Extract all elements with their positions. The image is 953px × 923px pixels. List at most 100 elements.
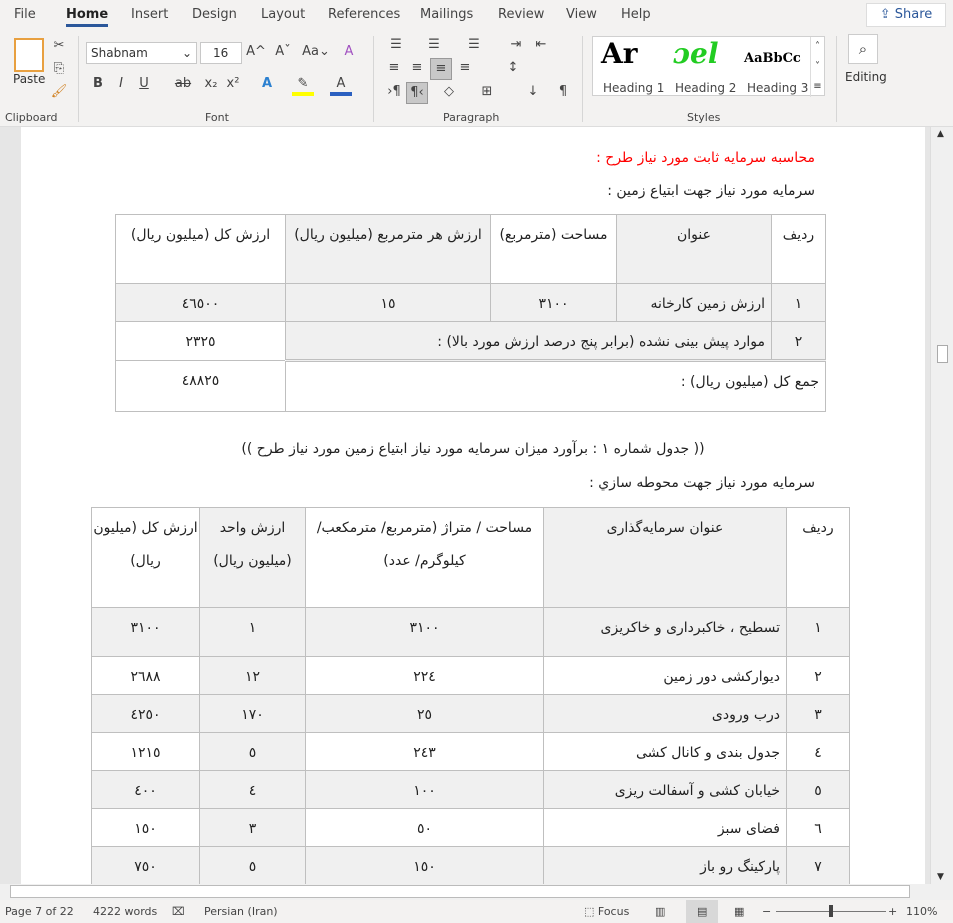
- vertical-scrollbar[interactable]: ▲ ▼: [930, 127, 953, 884]
- site-heading: سرمايه مورد نياز جهت محوطه سازي :: [589, 475, 815, 491]
- increase-indent-icon[interactable]: ⇤: [530, 35, 552, 57]
- tab-mailings[interactable]: Mailings: [420, 7, 473, 22]
- clear-formatting-icon[interactable]: A: [338, 42, 360, 64]
- horizontal-scrollbar[interactable]: [0, 884, 953, 900]
- change-case-icon[interactable]: Aa⌄: [302, 42, 330, 64]
- table-cell: ٣: [786, 694, 850, 733]
- divider: [582, 36, 583, 122]
- print-layout-button[interactable]: ▤: [686, 900, 718, 923]
- font-color-icon[interactable]: A: [330, 74, 352, 96]
- read-mode-icon[interactable]: ▥: [655, 905, 665, 918]
- table-cell: ١٥٠: [91, 808, 200, 847]
- strikethrough-icon[interactable]: ab: [172, 74, 194, 96]
- multilevel-list-icon[interactable]: ☰: [463, 35, 485, 57]
- zoom-level[interactable]: 110%: [906, 905, 937, 918]
- zoom-slider-thumb[interactable]: [829, 905, 833, 917]
- grow-font-icon[interactable]: A^: [245, 42, 267, 64]
- tab-insert[interactable]: Insert: [131, 7, 168, 22]
- copy-icon[interactable]: ⎘: [48, 59, 70, 81]
- show-marks-icon[interactable]: ¶: [552, 82, 574, 104]
- decrease-indent-icon[interactable]: ⇥: [505, 35, 527, 57]
- sort-icon[interactable]: ↓: [522, 82, 544, 104]
- table-cell: ١٥: [285, 283, 491, 322]
- font-name-select[interactable]: Shabnam ⌄: [86, 42, 197, 64]
- tab-file[interactable]: File: [14, 7, 36, 22]
- table-cell: ارزش کل (میلیون ریال): [115, 214, 286, 284]
- hscroll-thumb[interactable]: [10, 885, 910, 898]
- numbering-icon[interactable]: ☰: [423, 35, 445, 57]
- tab-design[interactable]: Design: [192, 7, 237, 22]
- page-count[interactable]: Page 7 of 22: [5, 905, 74, 918]
- zoom-out-icon[interactable]: −: [762, 905, 771, 918]
- table-cell: ٣١٠٠: [490, 283, 617, 322]
- paste-button[interactable]: Paste: [13, 72, 45, 86]
- subscript-icon[interactable]: x₂: [200, 74, 222, 96]
- align-center-icon[interactable]: ≡: [406, 58, 428, 80]
- format-painter-icon[interactable]: 🖌: [48, 82, 70, 104]
- zoom-in-icon[interactable]: +: [888, 905, 897, 918]
- find-icon[interactable]: ⌕: [848, 34, 878, 64]
- tab-help[interactable]: Help: [621, 7, 651, 22]
- styles-scroll-icon[interactable]: ˄ ˅ ≡: [810, 37, 824, 97]
- table-cell: ٢٦٨٨: [91, 656, 200, 695]
- scroll-thumb[interactable]: [937, 345, 948, 363]
- table-cell: جمع کل (میلیون ریال) :: [285, 359, 826, 412]
- tab-home[interactable]: Home: [66, 7, 109, 27]
- focus-button[interactable]: ⬚ Focus: [584, 905, 629, 918]
- group-label-clipboard: Clipboard: [5, 111, 58, 124]
- group-label-paragraph: Paragraph: [443, 111, 500, 124]
- justify-icon[interactable]: ≡: [454, 58, 476, 80]
- table-cell: ١٥٠: [305, 846, 544, 884]
- table-cell: ردیف: [786, 507, 850, 608]
- divider: [836, 36, 837, 122]
- line-spacing-icon[interactable]: ↕: [502, 58, 524, 80]
- document-area: محاسبه سرمایه ثابت مورد نیاز طرح : سرمای…: [0, 127, 930, 884]
- section-title: محاسبه سرمایه ثابت مورد نیاز طرح :: [596, 150, 815, 166]
- table-cell: ٢: [786, 656, 850, 695]
- share-button[interactable]: ⇪ Share: [866, 3, 946, 27]
- font-size-select[interactable]: 16: [200, 42, 242, 64]
- tab-review[interactable]: Review: [498, 7, 544, 22]
- table-row: ١ ارزش زمین کارخانه ٣١٠٠ ١٥ ٤٦٥٠٠: [115, 283, 826, 322]
- shrink-font-icon[interactable]: Aˇ: [272, 42, 294, 64]
- italic-icon[interactable]: I: [110, 74, 132, 96]
- table-cell: پارکینگ رو باز: [543, 846, 787, 884]
- paste-icon[interactable]: [14, 38, 44, 72]
- align-left-icon[interactable]: ≡: [383, 58, 405, 80]
- rtl-icon[interactable]: ¶‹: [406, 82, 428, 104]
- editing-button[interactable]: Editing: [845, 70, 887, 84]
- borders-icon[interactable]: ⊞: [476, 82, 498, 104]
- share-label: Share: [894, 7, 933, 22]
- web-layout-icon[interactable]: ▦: [734, 905, 744, 918]
- bullets-icon[interactable]: ☰: [385, 35, 407, 57]
- table-cell: ردیف: [771, 214, 826, 284]
- table-cell: ٣١٠٠: [305, 607, 544, 657]
- group-label-styles: Styles: [687, 111, 721, 124]
- superscript-icon[interactable]: x²: [222, 74, 244, 96]
- shading-icon[interactable]: ◇: [438, 82, 460, 104]
- table-cell: ٢٢٤: [305, 656, 544, 695]
- tab-view[interactable]: View: [566, 7, 597, 22]
- table-cell: خیابان کشی و آسفالت ریزی: [543, 770, 787, 809]
- table-cell: ٦: [786, 808, 850, 847]
- bold-icon[interactable]: B: [87, 74, 109, 96]
- align-right-icon[interactable]: ≡: [430, 58, 452, 80]
- tab-layout[interactable]: Layout: [261, 7, 305, 22]
- table-cell: ٥: [786, 770, 850, 809]
- divider: [78, 36, 79, 122]
- table-cell: ١٧٠: [199, 694, 306, 733]
- word-count[interactable]: 4222 words: [93, 905, 157, 918]
- table-cell: مساحت (مترمربع): [490, 214, 617, 284]
- tab-references[interactable]: References: [328, 7, 400, 22]
- underline-icon[interactable]: U: [133, 74, 155, 96]
- table-cell: مساحت / متراژ (مترمربع/ مترمکعب/کیلوگرم/…: [305, 507, 544, 608]
- highlight-icon[interactable]: ✎: [292, 74, 314, 96]
- table-cell: عنوان سرمایه‌گذاری: [543, 507, 787, 608]
- ltr-icon[interactable]: ›¶: [383, 82, 405, 104]
- cut-icon[interactable]: ✂: [48, 36, 70, 58]
- table-cell: ٣: [199, 808, 306, 847]
- proofing-icon[interactable]: ⌧: [172, 905, 185, 918]
- table-cell: ٢٥: [305, 694, 544, 733]
- text-effects-icon[interactable]: A: [256, 74, 278, 96]
- language[interactable]: Persian (Iran): [204, 905, 278, 918]
